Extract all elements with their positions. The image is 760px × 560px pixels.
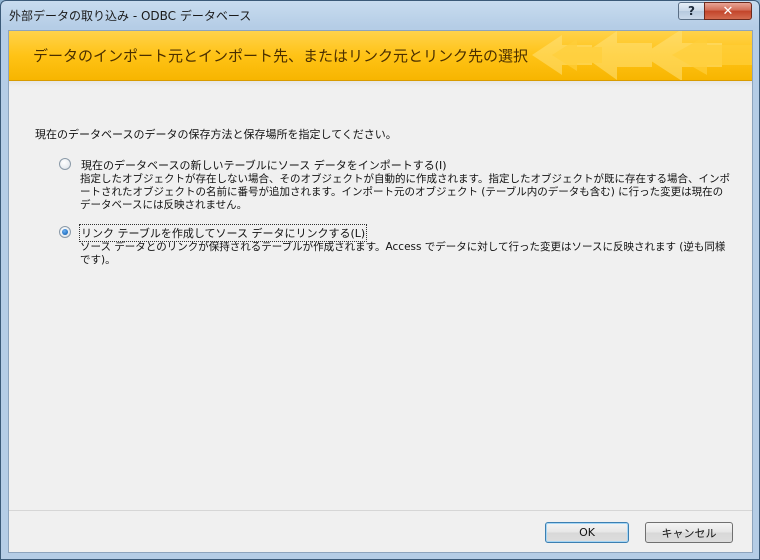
instruction-text: 現在のデータベースのデータの保存方法と保存場所を指定してください。 (35, 128, 397, 141)
import-radio[interactable] (59, 158, 71, 170)
title-bar[interactable]: 外部データの取り込み - ODBC データベース ? ✕ (1, 1, 759, 29)
import-dialog-window: 外部データの取り込み - ODBC データベース ? ✕ データのインポート元と… (0, 0, 760, 560)
help-button[interactable]: ? (678, 2, 705, 20)
import-option-label[interactable]: 現在のデータベースの新しいテーブルにソース データをインポートする(I) (80, 157, 448, 173)
cancel-button[interactable]: キャンセル (645, 522, 733, 543)
help-icon: ? (688, 4, 695, 18)
banner-title: データのインポート元とインポート先、またはリンク元とリンク先の選択 (33, 47, 529, 65)
link-option-label[interactable]: リンク テーブルを作成してソース データにリンクする(L) (78, 224, 368, 242)
footer-separator (9, 510, 752, 511)
banner-separator (9, 81, 752, 87)
window-title: 外部データの取り込み - ODBC データベース (9, 9, 252, 23)
import-option-description: 指定したオブジェクトが存在しない場合、そのオブジェクトが自動的に作成されます。指… (80, 173, 730, 211)
close-icon: ✕ (722, 3, 734, 19)
arrows-decoration-icon (532, 31, 752, 80)
ok-button[interactable]: OK (545, 522, 629, 543)
dialog-client-area: データのインポート元とインポート先、またはリンク元とリンク先の選択 現在のデータ… (8, 30, 753, 553)
close-button[interactable]: ✕ (704, 2, 752, 20)
link-radio[interactable] (59, 226, 71, 238)
link-option-description: ソース データとのリンクが保持されるテーブルが作成されます。Access でデー… (80, 241, 726, 266)
header-banner: データのインポート元とインポート先、またはリンク元とリンク先の選択 (9, 31, 752, 81)
